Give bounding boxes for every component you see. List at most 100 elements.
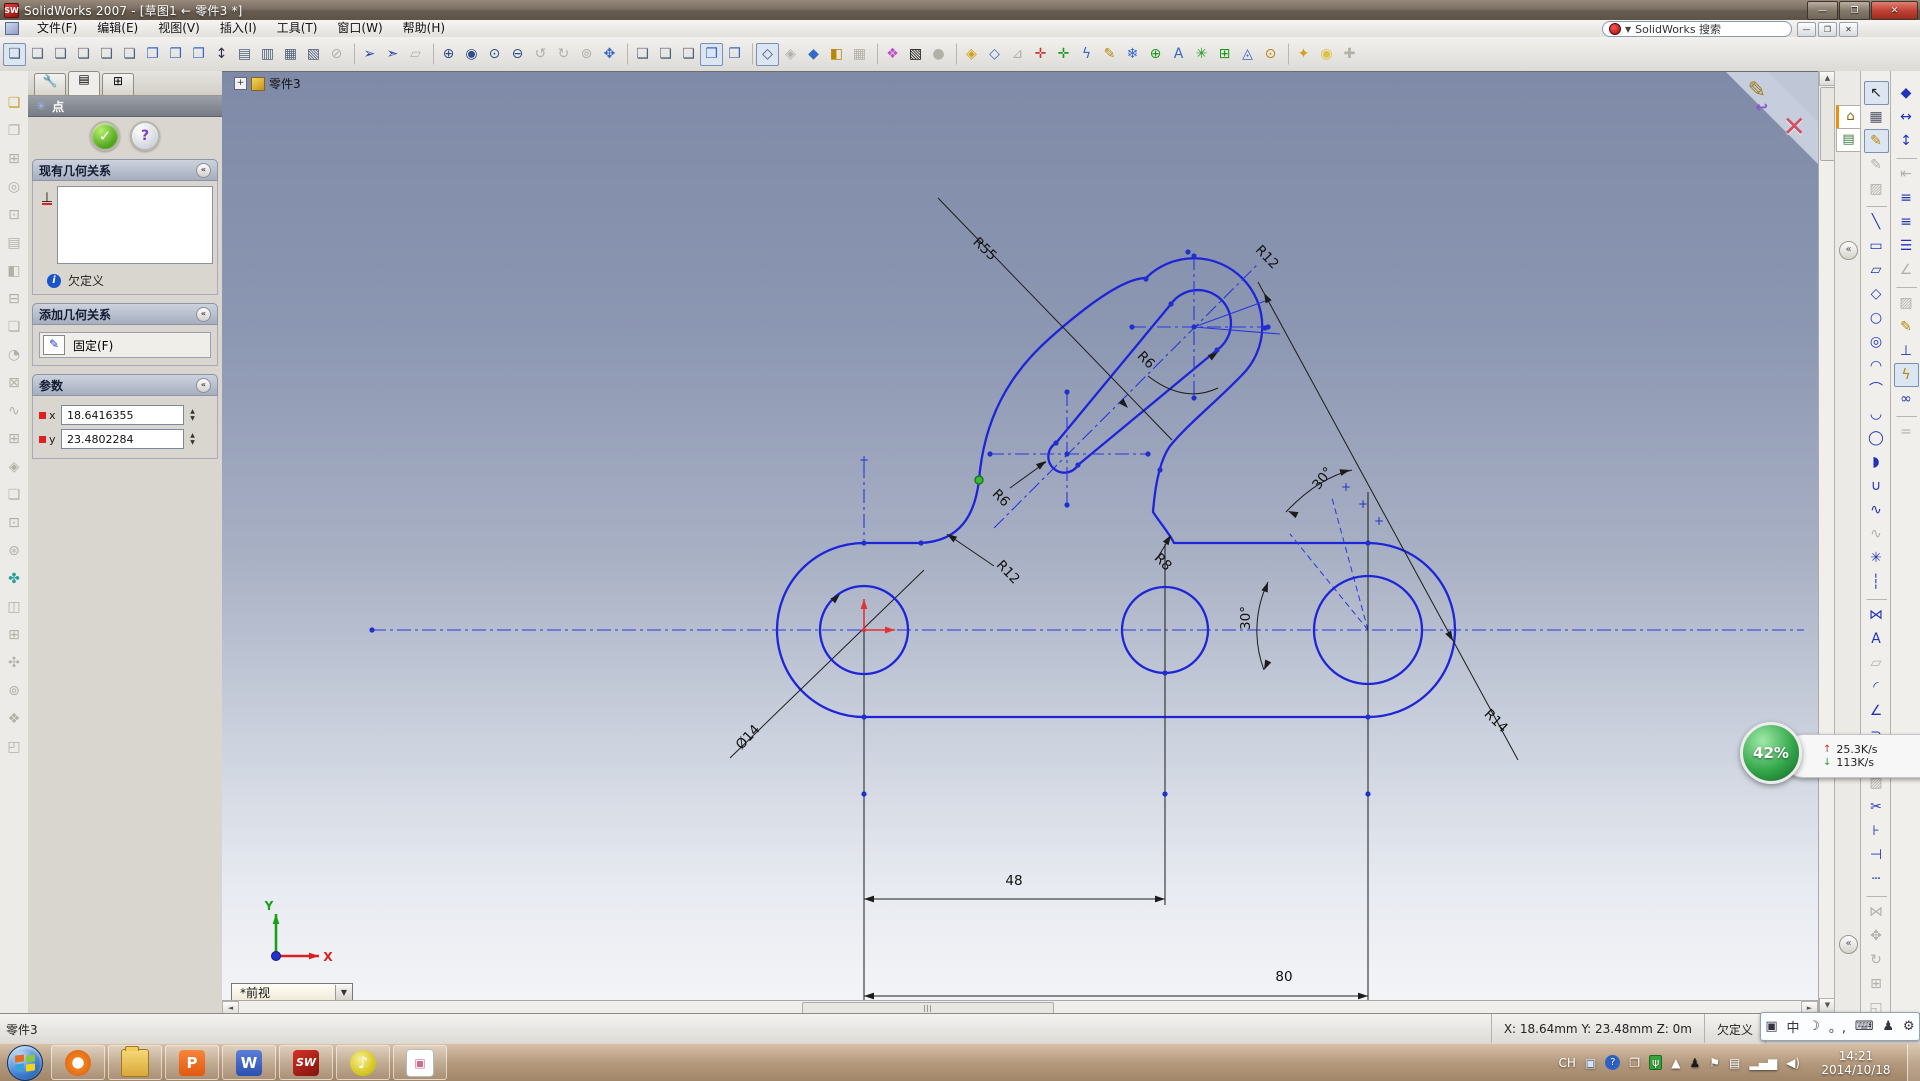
collapse-chevron-icon[interactable]: « (196, 378, 211, 393)
toolbar-icon[interactable]: ❏ (26, 43, 49, 66)
dimension-tool-icon[interactable]: = (1894, 420, 1919, 444)
toolbar-icon[interactable]: ▥ (256, 43, 279, 66)
task-pane-home-tab[interactable]: ⌂ (1836, 105, 1863, 129)
toolbar-icon[interactable]: ✦ (1292, 43, 1315, 66)
tab-property-manager[interactable]: ▤ (68, 71, 100, 95)
sketch-tool-icon[interactable]: ◜ (1864, 675, 1889, 699)
vertical-scroll-thumb[interactable] (1820, 87, 1835, 161)
feature-tool-icon[interactable]: ◰ (2, 733, 26, 761)
menu-item[interactable]: 插入(I) (210, 20, 267, 37)
feature-tool-icon[interactable]: ❐ (2, 117, 26, 145)
toolbar-icon[interactable] (348, 43, 355, 65)
sketch-tool-icon[interactable]: ╲ (1864, 210, 1889, 234)
tray-icon[interactable]: ♟ (1690, 1056, 1701, 1070)
toolbar-icon[interactable]: ⊙ (483, 43, 506, 66)
sketch-tool-icon[interactable]: ↖ (1864, 81, 1889, 105)
graphics-viewport[interactable]: ++++R55R12R6R6R12R830°30°Ø14R144880YX ✎ … (222, 71, 1818, 1001)
tray-icon[interactable]: ▤ (1729, 1056, 1740, 1070)
child-minimize-button[interactable]: — (1797, 22, 1816, 37)
feature-tool-icon[interactable]: ◫ (2, 593, 26, 621)
help-button[interactable]: ? (130, 121, 160, 151)
feature-tool-icon[interactable]: ❏ (2, 313, 26, 341)
toolbar-icon[interactable]: ⊖ (506, 43, 529, 66)
chevron-down-icon[interactable]: ▼ (335, 985, 352, 1000)
sketch-tool-icon[interactable]: ⊦ (1864, 819, 1889, 843)
toolbar-icon[interactable]: ▦ (848, 43, 871, 66)
toolbar-icon[interactable] (950, 43, 957, 65)
sketch-tool-icon[interactable]: ┆ (1864, 570, 1889, 594)
sketch-tool-icon[interactable]: ┄ (1864, 867, 1889, 891)
dimension-tool-icon[interactable]: ↕ (1894, 129, 1919, 153)
sketch-tool-icon[interactable]: ◇ (1864, 282, 1889, 306)
toolbar-icon[interactable]: ● (927, 43, 950, 66)
ime-icon[interactable]: ♟ (1882, 1019, 1894, 1034)
tray-icon[interactable]: ▣ (1585, 1056, 1596, 1070)
child-close-button[interactable]: ✕ (1839, 22, 1858, 37)
toolbar-icon[interactable]: ✛ (1052, 43, 1075, 66)
toolbar-icon[interactable]: ✛ (1029, 43, 1052, 66)
feature-tool-icon[interactable]: ⊡ (2, 509, 26, 537)
toolbar-icon[interactable]: ↕ (210, 43, 233, 66)
toolbar-icon[interactable]: ◉ (1315, 43, 1338, 66)
taskbar-app-button[interactable] (51, 1045, 105, 1080)
fixed-relation-button[interactable]: ✎ 固定(F) (39, 332, 211, 358)
sketch-tool-icon[interactable]: ✎ (1864, 153, 1889, 177)
feature-tool-icon[interactable]: ◈ (2, 453, 26, 481)
existing-relations-header[interactable]: 现有几何关系 « (32, 159, 218, 181)
dimension-tool-icon[interactable]: ◆ (1894, 81, 1919, 105)
sketch-canvas[interactable]: ++++R55R12R6R6R12R830°30°Ø14R144880YX (222, 72, 1818, 1001)
dimension-tool-icon[interactable] (1896, 285, 1917, 288)
feature-tool-icon[interactable]: ✣ (2, 649, 26, 677)
menu-item[interactable]: 窗口(W) (327, 20, 392, 37)
sketch-tool-icon[interactable]: ▨ (1864, 177, 1889, 201)
toolbar-icon[interactable]: ❏ (654, 43, 677, 66)
sketch-tool-icon[interactable]: ∠ (1864, 699, 1889, 723)
dimension-tool-icon[interactable]: ⊥ (1894, 339, 1919, 363)
sketch-tool-icon[interactable]: ↻ (1864, 948, 1889, 972)
tab-feature-tree[interactable]: 🔧 (34, 73, 66, 95)
toolbar-icon[interactable]: ❐ (164, 43, 187, 66)
feature-tool-icon[interactable]: ⊛ (2, 537, 26, 565)
taskbar-app-button[interactable]: SW (279, 1045, 333, 1080)
dimension-tool-icon[interactable]: ≡ (1894, 186, 1919, 210)
toolbar-icon[interactable]: ✚ (1338, 43, 1361, 66)
toolbar-icon[interactable]: ❏ (118, 43, 141, 66)
task-pane-design-library-tab[interactable]: ▤ (1836, 128, 1861, 152)
toolbar-icon[interactable]: ⊕ (437, 43, 460, 66)
ime-language-bar[interactable]: ▣中☽。,⌨♟⚙ (1760, 1012, 1920, 1041)
start-button[interactable] (7, 1045, 43, 1081)
taskbar-app-button[interactable]: W (222, 1045, 276, 1080)
sketch-tool-icon[interactable]: ⋈ (1864, 603, 1889, 627)
ime-icon[interactable]: ⚙ (1903, 1019, 1915, 1034)
toolbar-icon[interactable]: ❖ (881, 43, 904, 66)
maximize-button[interactable]: ❐ (1839, 1, 1870, 20)
sketch-tool-icon[interactable]: ∿ (1864, 498, 1889, 522)
dimension-tool-icon[interactable] (1896, 414, 1917, 417)
y-coordinate-field[interactable]: 23.4802284 (61, 429, 184, 449)
feature-tool-icon[interactable]: ⊡ (2, 201, 26, 229)
toolbar-icon[interactable]: ▤ (233, 43, 256, 66)
taskbar-clock[interactable]: 14:21 2014/10/18 (1808, 1049, 1904, 1077)
toolbar-icon[interactable]: ◈ (960, 43, 983, 66)
toolbar-icon[interactable]: ⊞ (1213, 43, 1236, 66)
ime-icon[interactable]: 中 (1787, 1017, 1800, 1036)
toolbar-icon[interactable]: ❐ (187, 43, 210, 66)
feature-tool-icon[interactable]: ⊟ (2, 285, 26, 313)
document-icon[interactable] (5, 22, 19, 35)
parameters-header[interactable]: 参数 « (32, 374, 218, 396)
relations-listbox[interactable] (57, 186, 213, 264)
horizontal-scrollbar[interactable]: ◄ ► (222, 1000, 1818, 1014)
ok-button[interactable]: ✓ (90, 121, 120, 151)
toolbar-icon[interactable] (621, 43, 628, 65)
toolbar-icon[interactable]: ◈ (779, 43, 802, 66)
toolbar-icon[interactable]: ▧ (904, 43, 927, 66)
menu-item[interactable]: 视图(V) (148, 20, 210, 37)
collapse-toolbar-button[interactable]: « (1839, 241, 1858, 260)
feature-tool-icon[interactable]: ✤ (2, 565, 26, 593)
toolbar-icon[interactable]: ⊙ (1259, 43, 1282, 66)
feature-tool-icon[interactable]: ▤ (2, 229, 26, 257)
dimension-tool-icon[interactable] (1896, 156, 1917, 159)
toolbar-icon[interactable]: ◆ (802, 43, 825, 66)
dimension-tool-icon[interactable]: ☰ (1894, 234, 1919, 258)
menu-item[interactable]: 编辑(E) (87, 20, 148, 37)
